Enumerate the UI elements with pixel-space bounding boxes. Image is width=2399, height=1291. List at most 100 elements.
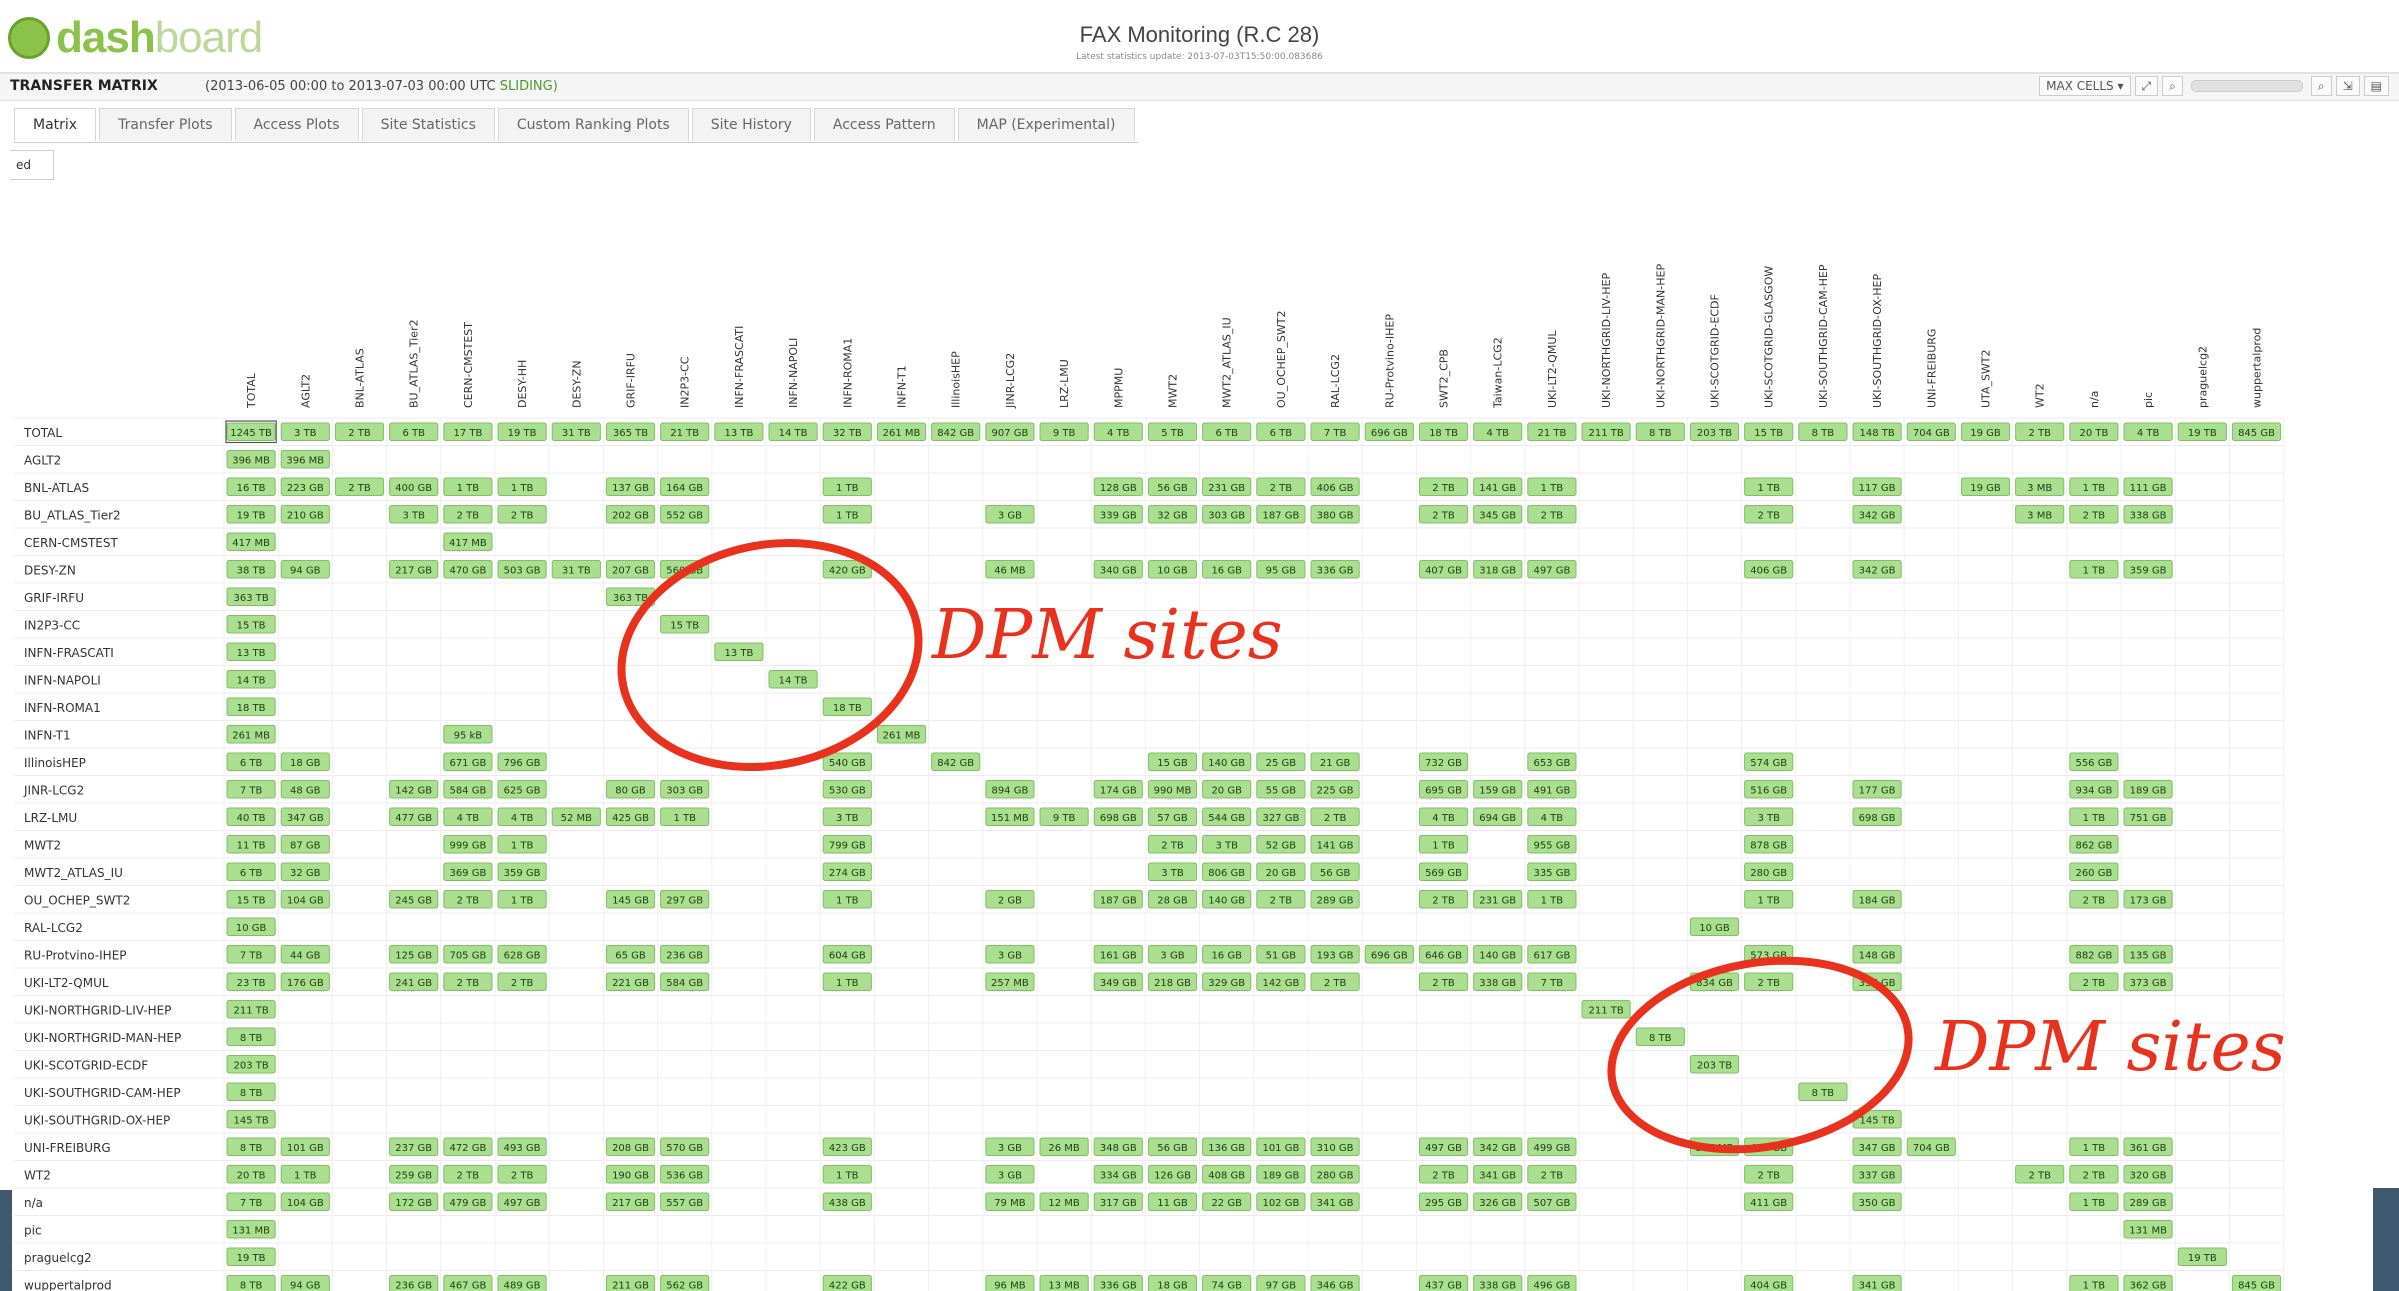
column-header[interactable]: wuppertalprod [2251, 328, 2264, 408]
tab-matrix[interactable]: Matrix [14, 108, 97, 141]
column-header[interactable]: IN2P3-CC [679, 356, 692, 408]
row-label[interactable]: INFN-T1 [24, 728, 71, 742]
matrix-cell-value: 11 TB [237, 840, 266, 851]
column-header[interactable]: UTA_SWT2 [1980, 349, 1993, 408]
row-label[interactable]: JINR-LCG2 [23, 783, 84, 797]
row-label[interactable]: WT2 [24, 1168, 51, 1182]
column-header[interactable]: praguelcg2 [2196, 346, 2209, 408]
matrix-cell-value: 955 GB [1533, 840, 1570, 851]
row-label[interactable]: RU-Protvino-IHEP [24, 948, 127, 962]
row-label[interactable]: INFN-FRASCATI [24, 646, 114, 660]
column-header[interactable]: WT2 [2034, 383, 2047, 408]
matrix-cell-value: 151 MB [991, 813, 1029, 824]
column-header[interactable]: RAL-LCG2 [1329, 354, 1342, 408]
column-header[interactable]: UKI-SCOTGRID-ECDF [1709, 294, 1722, 408]
tab-custom-ranking-plots[interactable]: Custom Ranking Plots [497, 108, 689, 141]
matrix-cell-value: 516 GB [1750, 785, 1787, 796]
row-label[interactable]: MWT2_ATLAS_IU [24, 866, 123, 880]
column-header[interactable]: INFN-T1 [896, 365, 909, 408]
zoom-in-icon[interactable]: ⌕ [2310, 76, 2332, 96]
row-label[interactable]: praguelcg2 [24, 1251, 92, 1265]
tab-site-history[interactable]: Site History [691, 108, 811, 141]
column-header[interactable]: Taiwan-LCG2 [1492, 337, 1505, 409]
column-header[interactable]: pic [2142, 392, 2155, 408]
matrix-cell-value: 671 GB [449, 758, 486, 769]
column-header[interactable]: GRIF-IRFU [625, 353, 638, 408]
column-header[interactable]: SWT2_CPB [1438, 349, 1451, 408]
zoom-slider[interactable] [2190, 80, 2303, 92]
column-header[interactable]: INFN-FRASCATI [733, 326, 746, 408]
column-header[interactable]: AGLT2 [299, 374, 312, 408]
row-label[interactable]: OU_OCHEP_SWT2 [24, 893, 130, 907]
row-label[interactable]: IN2P3-CC [24, 618, 80, 632]
column-header[interactable]: OU_OCHEP_SWT2 [1275, 311, 1288, 408]
row-label[interactable]: MWT2 [24, 838, 61, 852]
matrix-cell-value: 303 GB [1208, 510, 1245, 521]
column-header[interactable]: BU_ATLAS_Tier2 [408, 319, 421, 408]
row-label[interactable]: UNI-FREIBURG [24, 1141, 111, 1155]
row-label[interactable]: GRIF-IRFU [24, 591, 84, 605]
column-header[interactable]: MWT2_ATLAS_IU [1221, 317, 1234, 408]
column-header[interactable]: UKI-SOUTHGRID-CAM-HEP [1817, 264, 1830, 408]
column-header[interactable]: UKI-NORTHGRID-LIV-HEP [1600, 273, 1613, 408]
row-label[interactable]: AGLT2 [24, 453, 61, 467]
column-header[interactable]: n/a [2088, 391, 2101, 408]
matrix-cell-value: 2 TB [1432, 510, 1455, 521]
column-header[interactable]: IllinoisHEP [950, 351, 963, 408]
row-label[interactable]: UKI-NORTHGRID-LIV-HEP [24, 1003, 171, 1017]
row-label[interactable]: UKI-SCOTGRID-ECDF [24, 1058, 148, 1072]
row-label[interactable]: UKI-SOUTHGRID-CAM-HEP [24, 1086, 181, 1100]
row-label[interactable]: IllinoisHEP [24, 756, 86, 770]
row-label[interactable]: UKI-LT2-QMUL [24, 976, 109, 990]
column-header[interactable]: INFN-NAPOLI [787, 338, 800, 408]
tab-access-plots[interactable]: Access Plots [234, 108, 359, 141]
menu-icon[interactable]: ▤ [2363, 76, 2389, 96]
matrix-cell-value: 341 GB [1317, 1198, 1354, 1209]
column-header[interactable]: UKI-SCOTGRID-GLASGOW [1763, 266, 1776, 408]
matrix-cell-value: 184 GB [1859, 895, 1896, 906]
tab-transfer-plots[interactable]: Transfer Plots [99, 108, 232, 141]
page-title: FAX Monitoring (R.C 28) [1079, 22, 1320, 47]
column-header[interactable]: RU-Protvino-IHEP [1383, 314, 1396, 408]
row-label[interactable]: CERN-CMSTEST [24, 536, 118, 550]
column-header[interactable]: BNL-ATLAS [354, 348, 367, 408]
row-label[interactable]: BU_ATLAS_Tier2 [24, 508, 121, 522]
row-label[interactable]: pic [24, 1223, 42, 1237]
row-label[interactable]: INFN-ROMA1 [24, 701, 101, 715]
matrix-cell-value: 2 TB [2028, 428, 2051, 439]
matrix-cell-value: 342 GB [1859, 510, 1896, 521]
tab-site-statistics[interactable]: Site Statistics [361, 108, 495, 141]
row-label[interactable]: UKI-NORTHGRID-MAN-HEP [24, 1031, 181, 1045]
column-header[interactable]: DESY-HH [516, 360, 529, 408]
row-label[interactable]: LRZ-LMU [24, 811, 77, 825]
column-header[interactable]: UKI-LT2-QMUL [1546, 330, 1559, 408]
row-label[interactable]: RAL-LCG2 [24, 921, 83, 935]
column-header[interactable]: INFN-ROMA1 [841, 338, 854, 408]
column-header[interactable]: DESY-ZN [570, 360, 583, 408]
tab-access-pattern[interactable]: Access Pattern [813, 108, 955, 141]
row-label[interactable]: TOTAL [23, 426, 62, 440]
matrix-cell-value: 347 GB [287, 813, 324, 824]
column-header[interactable]: CERN-CMSTEST [462, 322, 475, 408]
row-label[interactable]: BNL-ATLAS [24, 481, 89, 495]
matrix-cell-value: 2 TB [348, 483, 371, 494]
zoom-out-icon[interactable]: ⌕ [2162, 76, 2183, 96]
max-cells-dropdown[interactable]: MAX CELLS ▾ [2039, 76, 2131, 96]
row-label[interactable]: n/a [24, 1196, 43, 1210]
column-header[interactable]: LRZ-LMU [1058, 359, 1071, 408]
row-label[interactable]: DESY-ZN [24, 563, 76, 577]
export-icon[interactable]: ⇲ [2335, 76, 2360, 96]
matrix-cell-value: 6 TB [402, 428, 425, 439]
row-label[interactable]: INFN-NAPOLI [24, 673, 101, 687]
row-label[interactable]: wuppertalprod [24, 1278, 112, 1291]
column-header[interactable]: TOTAL [245, 372, 258, 409]
tab-map-experimental[interactable]: MAP (Experimental) [957, 108, 1135, 141]
column-header[interactable]: UNI-FREIBURG [1925, 329, 1938, 408]
expand-icon[interactable]: ⤢ [2134, 76, 2159, 96]
column-header[interactable]: MWT2 [1167, 374, 1180, 408]
column-header[interactable]: UKI-SOUTHGRID-OX-HEP [1871, 274, 1884, 408]
column-header[interactable]: MPPMU [1112, 368, 1125, 408]
column-header[interactable]: JINR-LCG2 [1004, 353, 1017, 409]
column-header[interactable]: UKI-NORTHGRID-MAN-HEP [1654, 264, 1667, 408]
row-label[interactable]: UKI-SOUTHGRID-OX-HEP [24, 1113, 170, 1127]
